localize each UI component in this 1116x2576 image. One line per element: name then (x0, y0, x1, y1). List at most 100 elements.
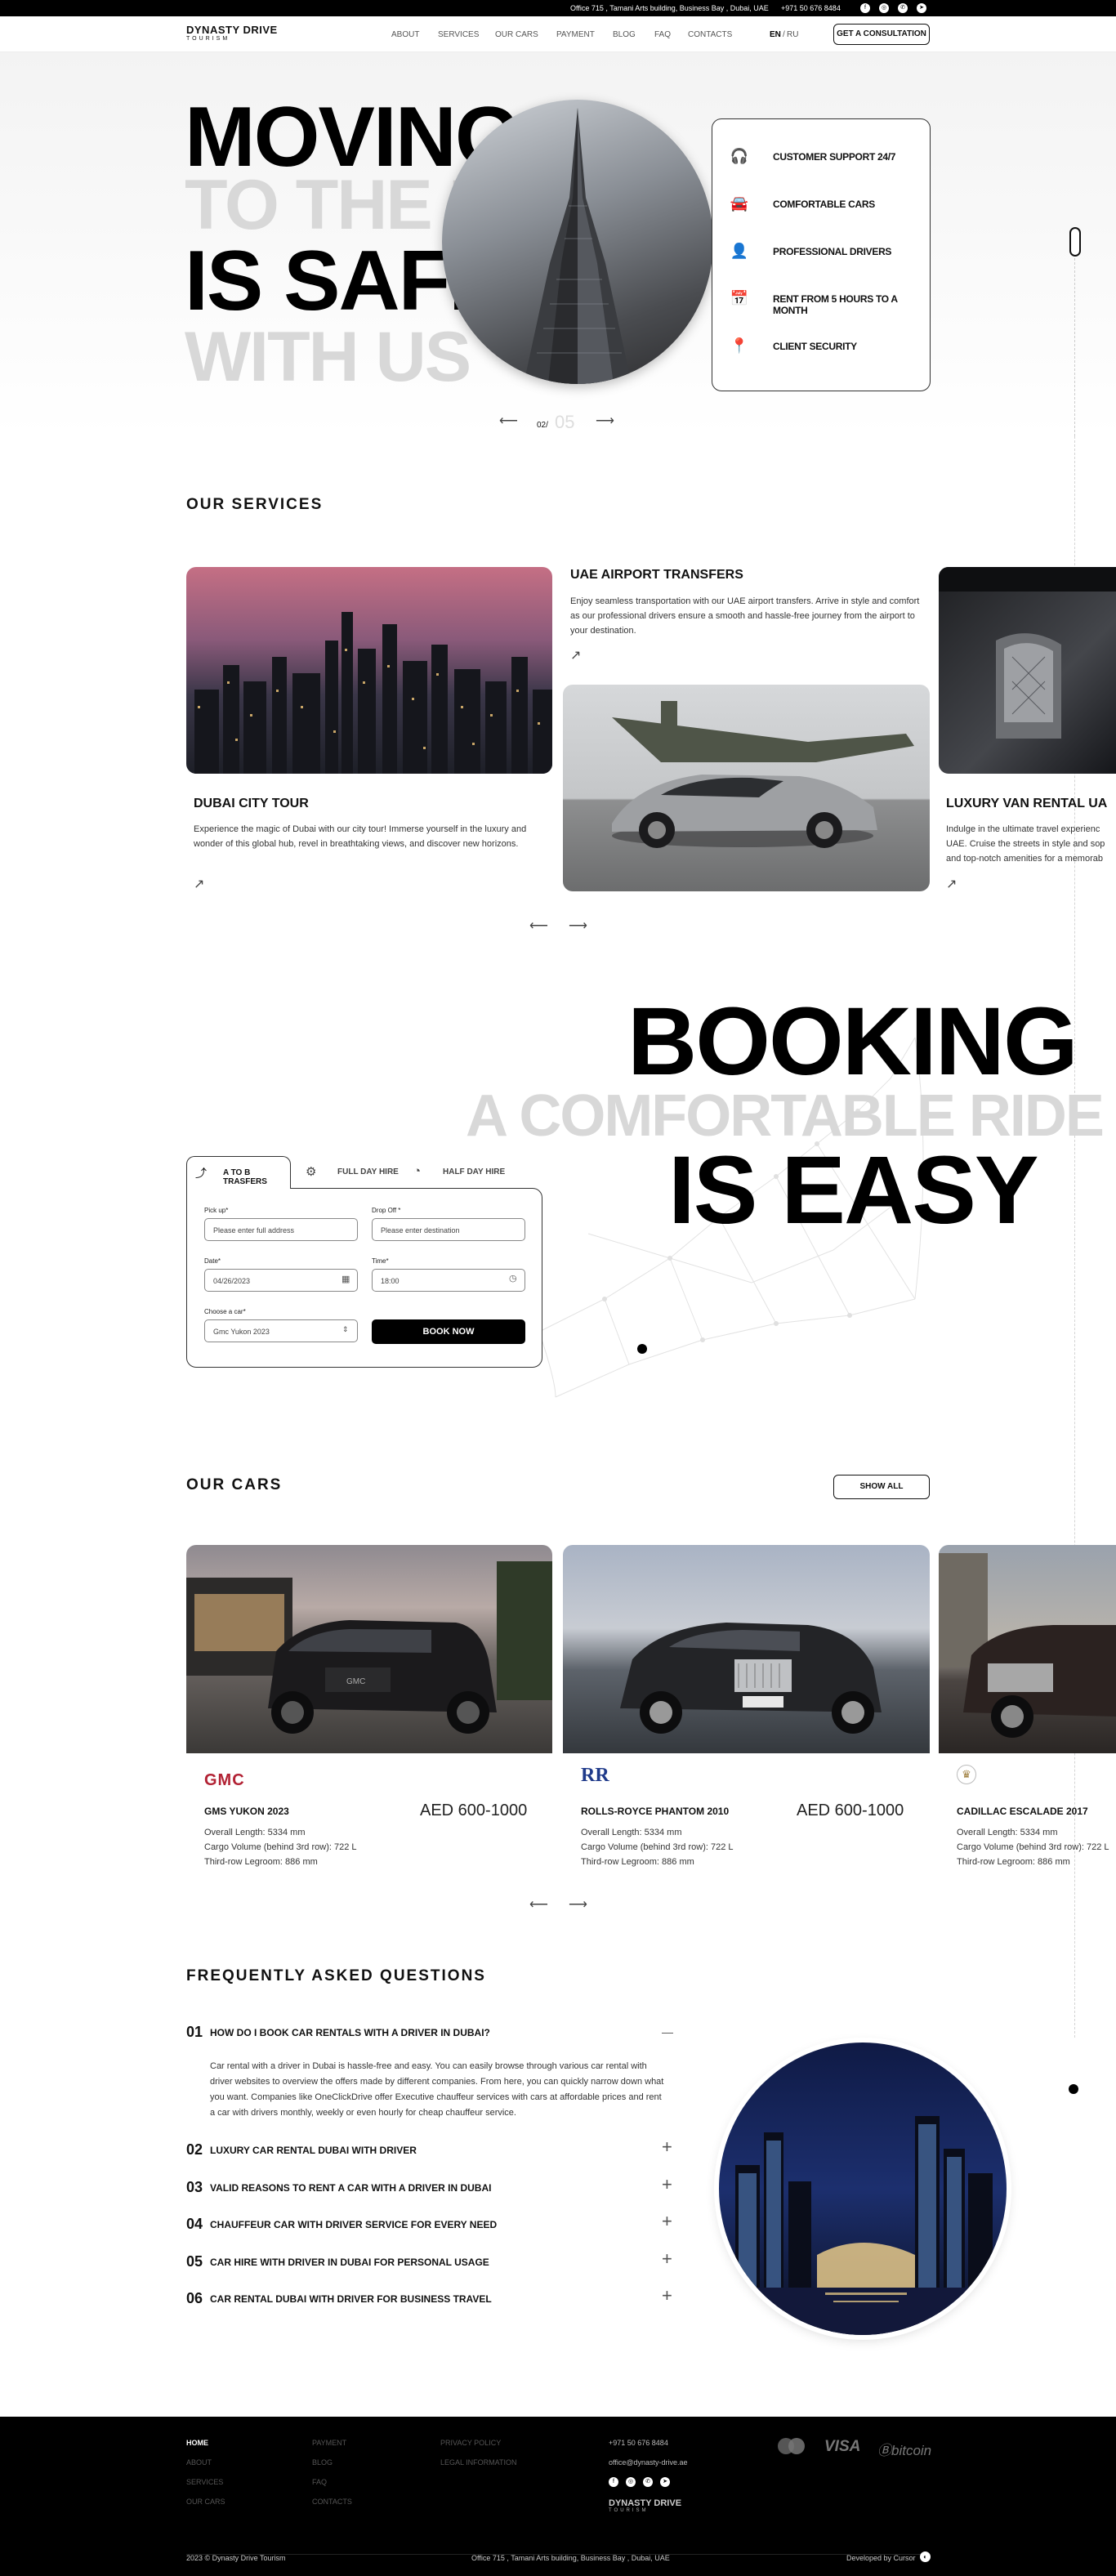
dubai-night-image (719, 2042, 1007, 2335)
slide-current: 02/ (537, 421, 548, 430)
feature-rent-duration: RENT FROM 5 HOURS TO A MONTH (773, 293, 898, 316)
date-input[interactable]: 04/26/2023 (204, 1269, 358, 1292)
instagram-icon[interactable]: ◎ (879, 3, 889, 13)
timeline-dot (1069, 2084, 1078, 2094)
logo[interactable]: DYNASTY DRIVE TOURISM (186, 24, 278, 42)
footer-instagram-icon[interactable]: ◎ (626, 2477, 636, 2487)
dropoff-input[interactable]: Please enter destination (372, 1218, 525, 1241)
footer-phone[interactable]: +971 50 676 8484 (609, 2439, 668, 2447)
rolls-royce-image (563, 1545, 930, 1753)
faq-question-2[interactable]: LUXURY CAR RENTAL DUBAI WITH DRIVER (210, 2145, 417, 2156)
nav-services[interactable]: SERVICES (438, 30, 479, 39)
pickup-input[interactable]: Please enter full address (204, 1218, 358, 1241)
footer-link-legal[interactable]: LEGAL INFORMATION (440, 2458, 517, 2467)
footer-link-privacy[interactable]: PRIVACY POLICY (440, 2439, 501, 2447)
car-select-label: Choose a car* (204, 1308, 246, 1315)
faq-question-3[interactable]: VALID REASONS TO RENT A CAR WITH A DRIVE… (210, 2182, 491, 2194)
security-pin-icon: 📍 (730, 337, 749, 354)
service-link-arrow-1[interactable]: ↗ (194, 876, 204, 892)
footer-developer[interactable]: Developed by Cursor (846, 2554, 916, 2562)
scroll-indicator[interactable] (1069, 227, 1081, 257)
nav-our-cars[interactable]: OUR CARS (495, 30, 538, 39)
topbar-phone[interactable]: +971 50 676 8484 (781, 4, 841, 12)
chevron-down-icon[interactable]: ⇕ (342, 1325, 349, 1334)
faq-expand-icon-4[interactable]: + (662, 2211, 672, 2232)
gmc-yukon-image: GMC (186, 1545, 552, 1753)
route-icon: ⤴ (195, 1167, 207, 1180)
show-all-cars-button[interactable]: SHOW ALL (833, 1475, 930, 1499)
car-select[interactable]: Gmc Yukon 2023 (204, 1319, 358, 1342)
car-spec-2-length: Overall Length: 5334 mm (581, 1828, 682, 1837)
lang-ru[interactable]: RU (787, 30, 798, 39)
hero-next-arrow[interactable]: ⟶ (596, 413, 614, 429)
services-title: OUR SERVICES (186, 496, 324, 513)
nav-faq[interactable]: FAQ (654, 30, 671, 39)
time-label: Time* (372, 1257, 389, 1265)
faq-number-3: 03 (186, 2179, 203, 2195)
footer-link-contacts[interactable]: CONTACTS (312, 2498, 352, 2506)
telegram-icon[interactable]: ➤ (917, 3, 926, 13)
facebook-icon[interactable]: f (860, 3, 870, 13)
services-next-arrow[interactable]: ⟶ (569, 917, 587, 934)
faq-expand-icon-2[interactable]: + (662, 2136, 672, 2158)
hero-line-4: WITH US (185, 318, 471, 396)
gmc-brand-logo: GMC (204, 1771, 245, 1789)
cars-next-arrow[interactable]: ⟶ (569, 1896, 587, 1913)
tab-half-day-hire[interactable]: ◔ HALF DAY HIRE (413, 1164, 505, 1179)
lang-en[interactable]: EN (770, 30, 781, 39)
main-nav: DYNASTY DRIVE TOURISM ABOUT SERVICES OUR… (0, 16, 1116, 52)
footer-logo[interactable]: DYNASTY DRIVE TOURISM (609, 2498, 681, 2513)
footer-link-faq[interactable]: FAQ (312, 2478, 327, 2486)
clock-icon: ⚙ (306, 1165, 317, 1179)
lang-separator: / (783, 30, 785, 39)
footer-link-about[interactable]: ABOUT (186, 2458, 212, 2467)
footer-copyright: 2023 © Dynasty Drive Tourism (186, 2554, 286, 2562)
footer-email[interactable]: office@dynasty-drive.ae (609, 2458, 688, 2467)
service-card-text-2: Enjoy seamless transportation with our U… (570, 596, 920, 636)
whatsapp-icon[interactable]: ✆ (898, 3, 908, 13)
clock-icon[interactable]: ◷ (509, 1273, 517, 1284)
car-name-3: CADILLAC ESCALADE 2017 (957, 1806, 1088, 1817)
tab-full-day-hire[interactable]: ⚙ FULL DAY HIRE (306, 1164, 399, 1180)
service-link-arrow-2[interactable]: ↗ (570, 647, 581, 663)
faq-expand-icon-5[interactable]: + (662, 2248, 672, 2270)
hero-burj-khalifa-image (442, 100, 713, 384)
faq-number-4: 04 (186, 2216, 203, 2232)
faq-expand-icon-3[interactable]: + (662, 2174, 672, 2195)
service-link-arrow-3[interactable]: ↗ (946, 876, 957, 892)
faq-question-4[interactable]: CHAUFFEUR CAR WITH DRIVER SERVICE FOR EV… (210, 2219, 497, 2230)
cadillac-escalade-image (939, 1545, 1116, 1753)
faq-expand-icon-6[interactable]: + (662, 2285, 672, 2306)
booking-form: Pick up* Please enter full address Drop … (186, 1188, 542, 1368)
cars-prev-arrow[interactable]: ⟵ (529, 1896, 548, 1913)
footer-link-home[interactable]: HOME (186, 2439, 208, 2447)
faq-collapse-icon[interactable]: — (662, 2025, 673, 2038)
footer-telegram-icon[interactable]: ➤ (660, 2477, 670, 2487)
tab-a-to-b-transfers[interactable]: ⤴ A TO B TRASFERS (186, 1156, 291, 1189)
nav-about[interactable]: ABOUT (391, 30, 419, 39)
airport-transfer-image (563, 685, 930, 891)
nav-payment[interactable]: PAYMENT (556, 30, 595, 39)
get-consultation-button[interactable]: GET A CONSULTATION (833, 24, 930, 45)
services-prev-arrow[interactable]: ⟵ (529, 917, 548, 934)
footer-link-payment[interactable]: PAYMENT (312, 2439, 346, 2447)
faq-question-5[interactable]: CAR HIRE WITH DRIVER IN DUBAI FOR PERSON… (210, 2257, 489, 2268)
car-spec-1-legroom: Third-row Legroom: 886 mm (204, 1857, 318, 1867)
faq-question-1[interactable]: HOW DO I BOOK CAR RENTALS WITH A DRIVER … (210, 2027, 490, 2038)
footer-whatsapp-icon[interactable]: ✆ (643, 2477, 653, 2487)
footer-facebook-icon[interactable]: f (609, 2477, 618, 2487)
footer-link-services[interactable]: SERVICES (186, 2478, 223, 2486)
nav-contacts[interactable]: CONTACTS (688, 30, 732, 39)
footer-link-blog[interactable]: BLOG (312, 2458, 333, 2467)
nav-blog[interactable]: BLOG (613, 30, 636, 39)
cursor-logo-icon: ◐ (920, 2551, 931, 2562)
car-spec-2-legroom: Third-row Legroom: 886 mm (581, 1857, 694, 1867)
time-input[interactable]: 18:00 (372, 1269, 525, 1292)
hero-prev-arrow[interactable]: ⟵ (499, 413, 518, 429)
faq-question-6[interactable]: CAR RENTAL DUBAI WITH DRIVER FOR BUSINES… (210, 2293, 492, 2305)
footer-link-our-cars[interactable]: OUR CARS (186, 2498, 225, 2506)
car-spec-3-length: Overall Length: 5334 mm (957, 1828, 1058, 1837)
book-now-button[interactable]: BOOK NOW (372, 1319, 525, 1344)
calendar-icon: 📅 (730, 290, 749, 306)
calendar-icon[interactable]: ▦ (341, 1274, 350, 1284)
